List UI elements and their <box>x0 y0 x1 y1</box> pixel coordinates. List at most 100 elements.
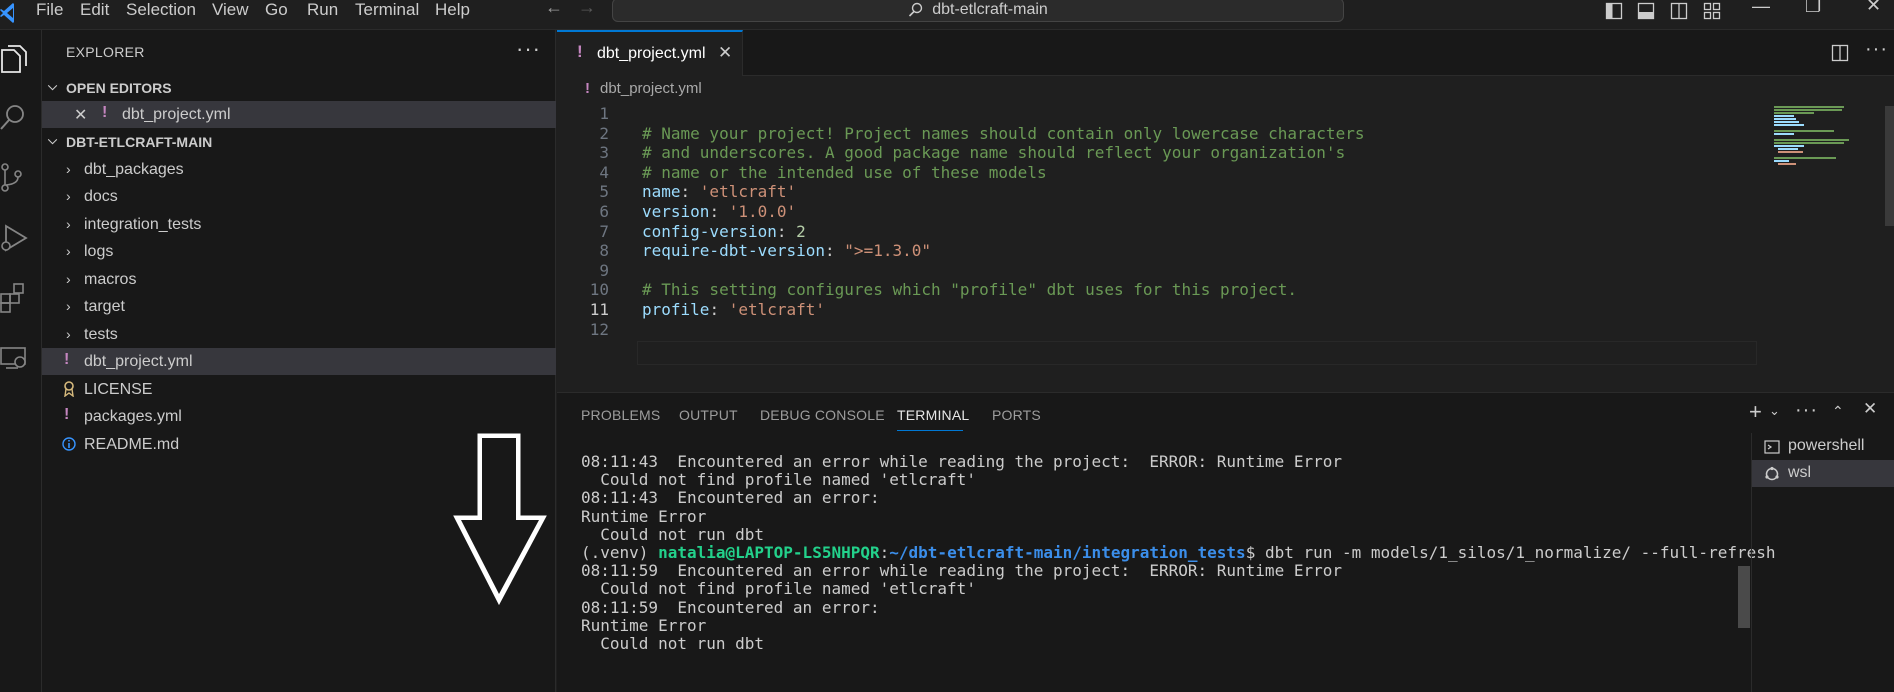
file-label: packages.yml <box>84 408 182 425</box>
file-label: README.md <box>84 436 180 453</box>
menu-file[interactable]: File <box>36 0 63 30</box>
folder-label: tests <box>84 326 118 343</box>
menu-view[interactable]: View <box>212 0 249 30</box>
tree-folder-tests[interactable]: › tests <box>42 321 556 348</box>
open-editors-label: OPEN EDITORS <box>66 80 172 96</box>
breadcrumb[interactable]: ! dbt_project.yml <box>585 80 702 97</box>
down-arrow-annotation-icon <box>453 433 547 606</box>
remote-explorer-icon[interactable] <box>0 342 30 374</box>
terminal-text: ~/dbt-etlcraft-main/integration_tests <box>889 543 1246 562</box>
folder-label: logs <box>84 243 114 260</box>
folder-label: dbt_packages <box>84 161 184 178</box>
editor-scrollbar[interactable] <box>1885 106 1894 226</box>
split-editor-icon[interactable] <box>1831 44 1849 62</box>
chevron-down-icon[interactable]: ⌄ <box>1769 403 1780 419</box>
more-actions-icon[interactable]: ··· <box>1795 399 1818 422</box>
code-line[interactable]: 12 <box>557 318 1757 342</box>
code-token: 'etlcraft' <box>699 182 797 202</box>
terminal-text: : <box>879 543 890 562</box>
code-token: : <box>825 241 845 261</box>
restore-icon[interactable]: ❐ <box>1805 0 1821 17</box>
terminal-icon <box>1764 440 1780 454</box>
tree-file-packages[interactable]: ! packages.yml <box>42 403 556 430</box>
linux-icon <box>1765 466 1779 481</box>
open-editors-section[interactable]: ⌵ OPEN EDITORS <box>42 76 556 100</box>
more-actions-icon[interactable]: ··· <box>516 36 541 62</box>
menu-edit[interactable]: Edit <box>80 0 109 30</box>
extensions-icon[interactable] <box>0 282 30 314</box>
title-bar: File Edit Selection View Go Run Terminal… <box>0 0 1894 30</box>
close-icon[interactable]: ✕ <box>74 105 87 125</box>
tab-ports[interactable]: PORTS <box>992 407 1041 423</box>
menu-run[interactable]: Run <box>307 0 338 30</box>
more-actions-icon[interactable]: ··· <box>1865 38 1888 61</box>
minimap[interactable] <box>1772 102 1872 182</box>
tab-output[interactable]: OUTPUT <box>679 407 738 423</box>
code-token: 2 <box>796 221 806 241</box>
folder-label: macros <box>84 271 137 288</box>
chevron-down-icon: ⌵ <box>48 79 58 93</box>
tree-folder-logs[interactable]: › logs <box>42 238 556 265</box>
close-panel-icon[interactable]: ✕ <box>1863 399 1877 419</box>
arrow-right-icon[interactable]: → <box>578 0 596 18</box>
menu-go[interactable]: Go <box>265 0 288 30</box>
tab-terminal[interactable]: TERMINAL <box>897 407 969 423</box>
tree-folder-target[interactable]: › target <box>42 293 556 320</box>
bottom-panel: PROBLEMS OUTPUT DEBUG CONSOLE TERMINAL P… <box>557 392 1894 692</box>
new-terminal-icon[interactable]: + <box>1749 399 1762 425</box>
toggle-secondary-sidebar-icon[interactable] <box>1670 2 1688 20</box>
terminal-label: wsl <box>1788 464 1812 481</box>
run-and-debug-icon[interactable] <box>0 222 30 254</box>
menu-selection[interactable]: Selection <box>126 0 196 30</box>
explorer-icon[interactable] <box>0 44 30 76</box>
command-center-search[interactable]: dbt-etlcraft-main <box>612 0 1344 22</box>
project-section[interactable]: ⌵ DBT-ETLCRAFT-MAIN <box>42 130 556 154</box>
active-tab-indicator <box>897 430 963 431</box>
tree-file-license[interactable]: LICENSE <box>42 376 556 403</box>
code-token: config-version <box>642 221 777 241</box>
chevron-right-icon: › <box>66 326 71 342</box>
tree-file-dbt-project[interactable]: ! dbt_project.yml <box>42 348 556 375</box>
minimize-icon[interactable]: — <box>1752 0 1770 17</box>
search-icon[interactable] <box>0 102 30 134</box>
toggle-primary-sidebar-icon[interactable] <box>1605 2 1623 20</box>
search-icon <box>909 2 923 17</box>
arrow-left-icon[interactable]: ← <box>545 0 563 18</box>
yaml-file-icon: ! <box>64 406 70 423</box>
customize-layout-icon[interactable] <box>1703 2 1721 20</box>
source-control-icon[interactable] <box>0 162 30 194</box>
toggle-panel-icon[interactable] <box>1637 2 1655 20</box>
code-token: version <box>642 202 710 221</box>
tree-folder-macros[interactable]: › macros <box>42 266 556 293</box>
terminal-text: 08:11:59 Encountered an error: <box>581 597 880 617</box>
tree-folder-docs[interactable]: › docs <box>42 183 556 210</box>
tab-dbt-project[interactable]: ! dbt_project.yml ✕ <box>557 30 743 76</box>
menu-terminal[interactable]: Terminal <box>355 0 419 30</box>
close-window-icon[interactable]: ✕ <box>1866 0 1881 16</box>
terminal-scrollbar[interactable] <box>1738 566 1750 628</box>
code-token: : <box>776 221 797 241</box>
close-icon[interactable]: ✕ <box>718 43 732 63</box>
terminal-text: Runtime Error <box>581 615 707 635</box>
chevron-right-icon: › <box>66 271 71 287</box>
maximize-panel-icon[interactable]: ⌃ <box>1832 403 1844 420</box>
open-editor-label: dbt_project.yml <box>122 106 231 123</box>
folder-label: integration_tests <box>84 216 202 233</box>
menu-help[interactable]: Help <box>435 0 470 30</box>
terminal-item-wsl[interactable]: wsl <box>1752 460 1894 487</box>
folder-label: docs <box>84 188 118 205</box>
terminal-item-powershell[interactable]: powershell <box>1752 433 1894 460</box>
terminal-text: Could not run dbt <box>581 524 765 544</box>
code-token: '1.0.0' <box>728 202 797 221</box>
open-editor-item[interactable]: ✕ ! dbt_project.yml <box>42 101 556 128</box>
chevron-right-icon: › <box>66 243 71 259</box>
tree-folder-integration-tests[interactable]: › integration_tests <box>42 211 556 238</box>
code-token: require-dbt-version <box>642 241 826 261</box>
terminal-label: powershell <box>1788 437 1865 454</box>
tree-folder-dbt-packages[interactable]: › dbt_packages <box>42 156 556 183</box>
tab-debug-console[interactable]: DEBUG CONSOLE <box>760 407 885 423</box>
terminal-text: Runtime Error <box>581 506 707 526</box>
yaml-file-icon: ! <box>585 80 590 97</box>
tab-problems[interactable]: PROBLEMS <box>581 407 660 423</box>
editor-area: ! dbt_project.yml ✕ ··· ! dbt_project.yml… <box>557 30 1894 392</box>
